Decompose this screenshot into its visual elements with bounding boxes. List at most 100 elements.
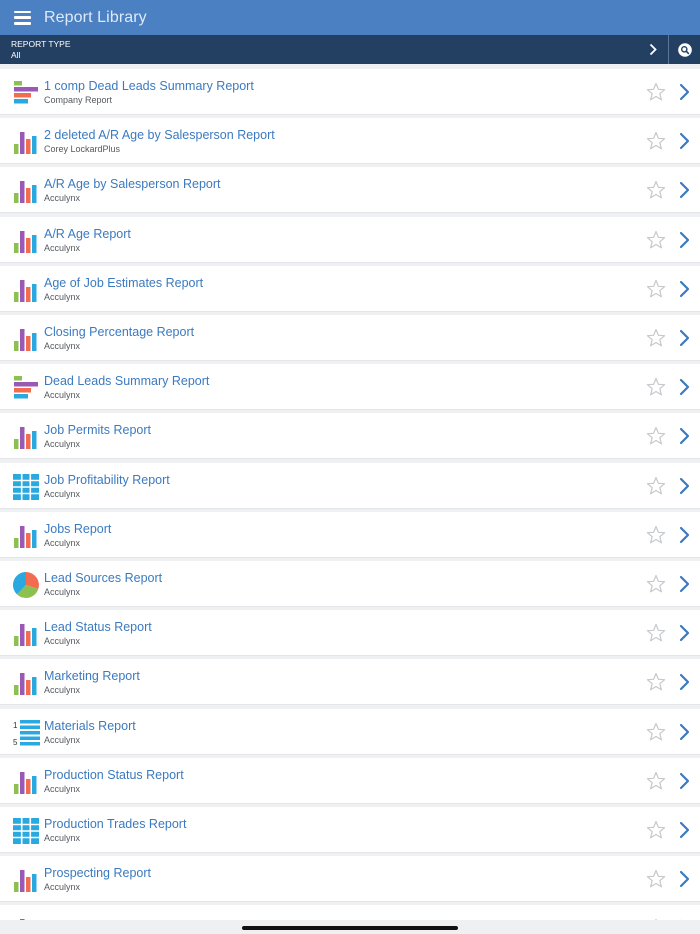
bar-chart-icon: [13, 277, 39, 303]
filter-expand-button[interactable]: [638, 35, 668, 64]
chevron-right-icon[interactable]: [678, 870, 690, 888]
menu-button[interactable]: [0, 0, 44, 35]
report-source: Corey LockardPlus: [44, 144, 121, 155]
chevron-right-icon[interactable]: [678, 427, 690, 445]
home-indicator[interactable]: [242, 926, 458, 930]
star-icon[interactable]: [646, 131, 666, 151]
report-row[interactable]: [0, 905, 700, 920]
chevron-right-icon[interactable]: [678, 329, 690, 347]
app-header: Report Library: [0, 0, 700, 35]
chevron-right-icon[interactable]: [678, 280, 690, 298]
star-icon[interactable]: [646, 820, 666, 840]
report-row[interactable]: Job Permits Report Acculynx: [0, 413, 700, 460]
horizontal-bar-chart-icon: [13, 375, 39, 401]
chevron-right-icon[interactable]: [678, 624, 690, 642]
chevron-right-icon[interactable]: [678, 231, 690, 249]
report-row[interactable]: 2 deleted A/R Age by Salesperson Report C…: [0, 118, 700, 165]
report-name: Production Trades Report: [44, 817, 187, 831]
report-row[interactable]: Dead Leads Summary Report Acculynx: [0, 364, 700, 411]
report-source: Acculynx: [44, 587, 81, 597]
star-icon[interactable]: [646, 328, 666, 348]
star-icon[interactable]: [646, 230, 666, 250]
report-source: Acculynx: [44, 193, 81, 204]
report-name: Closing Percentage Report: [44, 325, 195, 339]
report-source: Company Report: [44, 95, 113, 105]
pie-chart-icon: [12, 572, 39, 598]
report-source: Acculynx: [44, 291, 81, 302]
report-row[interactable]: Prospecting Report Acculynx: [0, 856, 700, 903]
bar-chart-icon: [13, 178, 39, 204]
star-icon[interactable]: [646, 771, 666, 791]
chevron-right-icon[interactable]: [678, 477, 690, 495]
report-source: Acculynx: [44, 390, 81, 401]
bar-chart-icon: [13, 326, 39, 352]
star-icon[interactable]: [646, 279, 666, 299]
star-icon[interactable]: [646, 623, 666, 643]
bar-chart-icon: [13, 670, 39, 696]
report-name: Job Profitability Report: [44, 472, 170, 487]
report-row[interactable]: A/R Age by Salesperson Report Acculynx: [0, 167, 700, 214]
star-icon[interactable]: [646, 672, 666, 692]
report-row[interactable]: 1 5 Materials Report Acculynx: [0, 708, 700, 755]
report-row[interactable]: Marketing Report Acculynx: [0, 659, 700, 706]
bar-chart-icon: [13, 228, 39, 254]
chevron-right-icon[interactable]: [678, 575, 690, 593]
star-icon[interactable]: [646, 525, 666, 545]
search-icon: [677, 42, 692, 57]
report-source: Acculynx: [44, 882, 81, 893]
star-icon[interactable]: [646, 426, 666, 446]
chevron-right-icon[interactable]: [678, 83, 690, 101]
chevron-right-icon[interactable]: [678, 132, 690, 150]
star-icon[interactable]: [646, 180, 666, 200]
chevron-right-icon[interactable]: [678, 526, 690, 544]
star-icon[interactable]: [646, 869, 666, 889]
report-row[interactable]: Closing Percentage Report Acculynx: [0, 315, 700, 361]
report-row[interactable]: Production Trades Report Acculynx: [0, 807, 700, 853]
report-name: Jobs Report: [44, 521, 112, 536]
report-name: Dead Leads Summary Report: [44, 374, 210, 389]
chevron-right-icon[interactable]: [678, 723, 690, 741]
report-type-filter-bar: REPORT TYPE All: [0, 35, 700, 64]
report-row[interactable]: Production Status Report Acculynx: [0, 757, 700, 804]
search-button[interactable]: [669, 35, 700, 64]
star-icon[interactable]: [646, 574, 666, 594]
horizontal-bar-chart-icon: [13, 80, 39, 106]
chevron-right-icon[interactable]: [678, 772, 690, 790]
star-icon[interactable]: [646, 476, 666, 496]
report-row[interactable]: Jobs Report Acculynx: [0, 511, 700, 558]
star-icon[interactable]: [646, 82, 666, 102]
report-name: Marketing Report: [44, 669, 140, 684]
report-name: Prospecting Report: [44, 866, 152, 881]
report-type-filter[interactable]: REPORT TYPE All: [0, 35, 638, 64]
report-row[interactable]: A/R Age Report Acculynx: [0, 216, 700, 263]
bar-chart-icon: [13, 129, 39, 155]
report-source: Acculynx: [44, 833, 81, 843]
report-row[interactable]: Lead Sources Report Acculynx: [0, 561, 700, 607]
report-row[interactable]: 1 comp Dead Leads Summary Report Company …: [0, 69, 700, 115]
chevron-right-icon[interactable]: [678, 378, 690, 396]
report-row[interactable]: Age of Job Estimates Report Acculynx: [0, 265, 700, 312]
star-icon[interactable]: [646, 377, 666, 397]
star-icon[interactable]: [646, 722, 666, 742]
report-source: Acculynx: [44, 685, 81, 696]
table-grid-icon: [13, 818, 39, 844]
hamburger-icon: [13, 10, 31, 25]
bar-chart-icon: [13, 867, 39, 893]
report-row[interactable]: Job Profitability Report Acculynx: [0, 462, 700, 509]
report-source: Acculynx: [44, 488, 81, 499]
report-name: Materials Report: [44, 718, 136, 733]
report-name: 1 comp Dead Leads Summary Report: [44, 79, 254, 93]
chevron-right-icon[interactable]: [678, 673, 690, 691]
report-row[interactable]: Lead Status Report Acculynx: [0, 610, 700, 657]
bar-chart-icon: [13, 523, 39, 549]
chevron-right-icon[interactable]: [678, 181, 690, 199]
report-source: Acculynx: [44, 242, 81, 253]
report-name: A/R Age Report: [44, 226, 131, 241]
report-source: Acculynx: [44, 734, 81, 745]
chevron-right-icon[interactable]: [678, 821, 690, 839]
report-name: Job Permits Report: [44, 423, 151, 438]
report-source: Acculynx: [44, 341, 81, 351]
bar-chart-icon: [13, 769, 39, 795]
chevron-right-icon: [649, 43, 657, 56]
report-name: Production Status Report: [44, 767, 184, 782]
